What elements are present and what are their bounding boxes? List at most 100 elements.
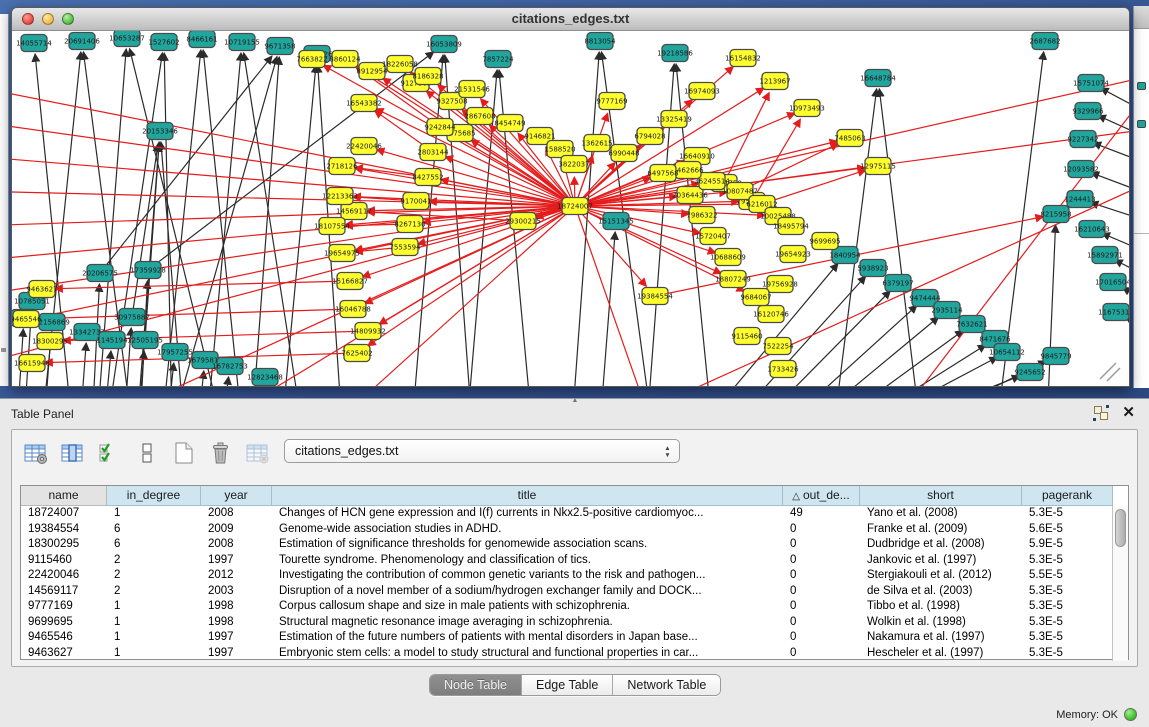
column-header-short[interactable]: short [860,486,1022,506]
graph-node[interactable]: 9671358 [264,38,295,55]
graph-node[interactable]: 9329966 [1072,103,1104,120]
memory-status[interactable]: Memory: OK [1056,708,1137,721]
graph-node[interactable]: 13325419 [656,111,692,128]
graph-node[interactable]: 16648784 [860,70,896,87]
graph-node[interactable]: 19654923 [775,246,811,263]
table-selector-combo[interactable]: citations_edges.txt ▲ ▼ [284,439,680,463]
delete-table-icon-disabled[interactable] [244,440,272,466]
table-mode-icon[interactable] [22,440,50,466]
graph-node[interactable]: 2718126 [326,158,358,175]
graph-node[interactable]: 8267130 [394,216,425,233]
graph-node[interactable]: 9242844 [424,119,456,136]
graph-node[interactable]: 2867608 [464,108,495,125]
graph-node[interactable]: 2935114 [931,302,963,319]
graph-node[interactable]: 8454749 [494,115,525,132]
resize-grip[interactable] [1100,363,1120,381]
graph-node[interactable]: 29300215 [505,213,541,230]
column-header-year[interactable]: year [201,486,272,506]
graph-node[interactable]: 9777169 [596,93,627,110]
graph-node[interactable]: 16782753 [212,358,248,375]
tab-edge-table[interactable]: Edge Table [522,675,613,695]
tab-network-table[interactable]: Network Table [613,675,720,695]
graph-node[interactable]: 12213363 [322,188,358,205]
graph-node[interactable]: 7857224 [482,51,514,68]
float-panel-icon[interactable] [1094,406,1108,420]
graph-node[interactable]: 9684067 [740,289,771,306]
graph-node[interactable]: 18724007 [557,198,593,215]
graph-node[interactable]: 8860124 [329,51,361,68]
graph-node[interactable]: 17016504 [1095,274,1129,291]
graph-node[interactable]: 2687682 [1029,33,1060,50]
table-row[interactable]: 1872400712008Changes of HCN gene express… [21,506,1113,522]
network-graph[interactable]: 1405571420691406106532871527602846616110… [12,31,1129,386]
graph-node[interactable]: 18495794 [773,218,809,235]
scrollbar-thumb[interactable] [1115,509,1126,547]
graph-node[interactable]: 6379197 [882,275,913,292]
table-row[interactable]: 1938455462009Genome-wide association stu… [21,522,1113,538]
graph-node[interactable]: 16154832 [725,50,761,67]
graph-node[interactable]: 2803144 [417,144,449,161]
graph-node[interactable]: 16120746 [753,306,789,323]
graph-node[interactable]: 21531546 [454,81,490,98]
graph-node[interactable]: 17359928 [130,262,166,279]
graph-node[interactable]: 20206575 [82,265,118,282]
graph-node[interactable]: 15751074 [1073,75,1109,92]
graph-node[interactable]: 9227342 [1067,131,1098,148]
graph-node[interactable]: 9170041 [400,193,431,210]
table-row[interactable]: 1830029562008Estimation of significance … [21,537,1113,553]
new-column-icon[interactable] [170,440,198,466]
table-row[interactable]: 1456911722003Disruption of a novel membe… [21,584,1113,600]
show-columns-icon[interactable] [59,440,87,466]
graph-node[interactable]: 8215958 [1040,206,1071,223]
graph-node[interactable]: 8813054 [584,33,616,50]
graph-node[interactable]: 14055714 [16,35,52,52]
graph-node[interactable]: 12093582 [1063,161,1099,178]
graph-node[interactable]: 10688609 [710,249,746,266]
graph-node[interactable]: 10654112 [989,344,1025,361]
graph-node[interactable]: 6497568 [647,165,678,182]
graph-node[interactable]: 1145194 [96,332,128,349]
graph-node[interactable]: 11675312 [1098,304,1129,321]
row-height-icon[interactable] [133,440,161,466]
graph-node[interactable]: 16046788 [335,301,371,318]
tab-node-table[interactable]: Node Table [430,675,522,695]
graph-node[interactable]: 16974093 [684,83,720,100]
graph-node[interactable]: 14809932 [350,323,386,340]
graph-node[interactable]: 7553594 [389,239,421,256]
graph-node[interactable]: 7663822 [296,51,327,68]
graph-node[interactable]: 15892971 [1087,247,1123,264]
table-row[interactable]: 977716911998Corpus callosum shape and si… [21,599,1113,615]
graph-node[interactable]: 7522254 [762,338,794,355]
graph-node[interactable]: 12823468 [247,369,283,386]
graph-node[interactable]: 10719155 [224,34,260,51]
graph-node[interactable]: 22420046 [346,138,382,155]
close-panel-icon[interactable]: ✕ [1122,406,1135,420]
graph-node[interactable]: 5938923 [857,260,888,277]
graph-node[interactable]: 12975115 [860,158,896,175]
graph-node[interactable]: 20691406 [64,33,100,50]
graph-node[interactable]: 20153346 [142,123,178,140]
graph-node[interactable]: 9115460 [731,328,762,345]
graph-node[interactable]: 16543382 [346,95,382,112]
column-header-pagerank[interactable]: pagerank [1022,486,1113,506]
graph-node[interactable]: 18226058 [382,56,418,73]
graph-node[interactable]: 1213967 [759,73,790,90]
table-row[interactable]: 2242004622012Investigating the contribut… [21,568,1113,584]
column-header-in_degree[interactable]: in_degree [107,486,201,506]
table-row[interactable]: 946554611997Estimation of the future num… [21,630,1113,646]
graph-node[interactable]: 9463627 [26,281,57,298]
graph-node[interactable]: 16053809 [426,36,462,53]
graph-node[interactable]: 19384554 [637,288,673,305]
column-header-name[interactable]: name [21,486,107,506]
graph-node[interactable]: 1527602 [148,34,179,51]
splitter-handle[interactable]: ▲ [570,398,580,403]
graph-node[interactable]: 12505195 [127,332,163,349]
graph-node[interactable]: 7485063 [834,130,865,147]
graph-node[interactable]: 18807249 [715,271,751,288]
graph-node[interactable]: 9245652 [1014,364,1045,381]
column-header-out_de[interactable]: △out_de... [783,486,860,506]
graph-node[interactable]: 1244413 [1064,191,1095,208]
graph-node[interactable]: 6990448 [608,145,639,162]
network-canvas[interactable]: 1405571420691406106532871527602846616110… [12,31,1129,386]
graph-node[interactable]: 7986322 [686,207,717,224]
